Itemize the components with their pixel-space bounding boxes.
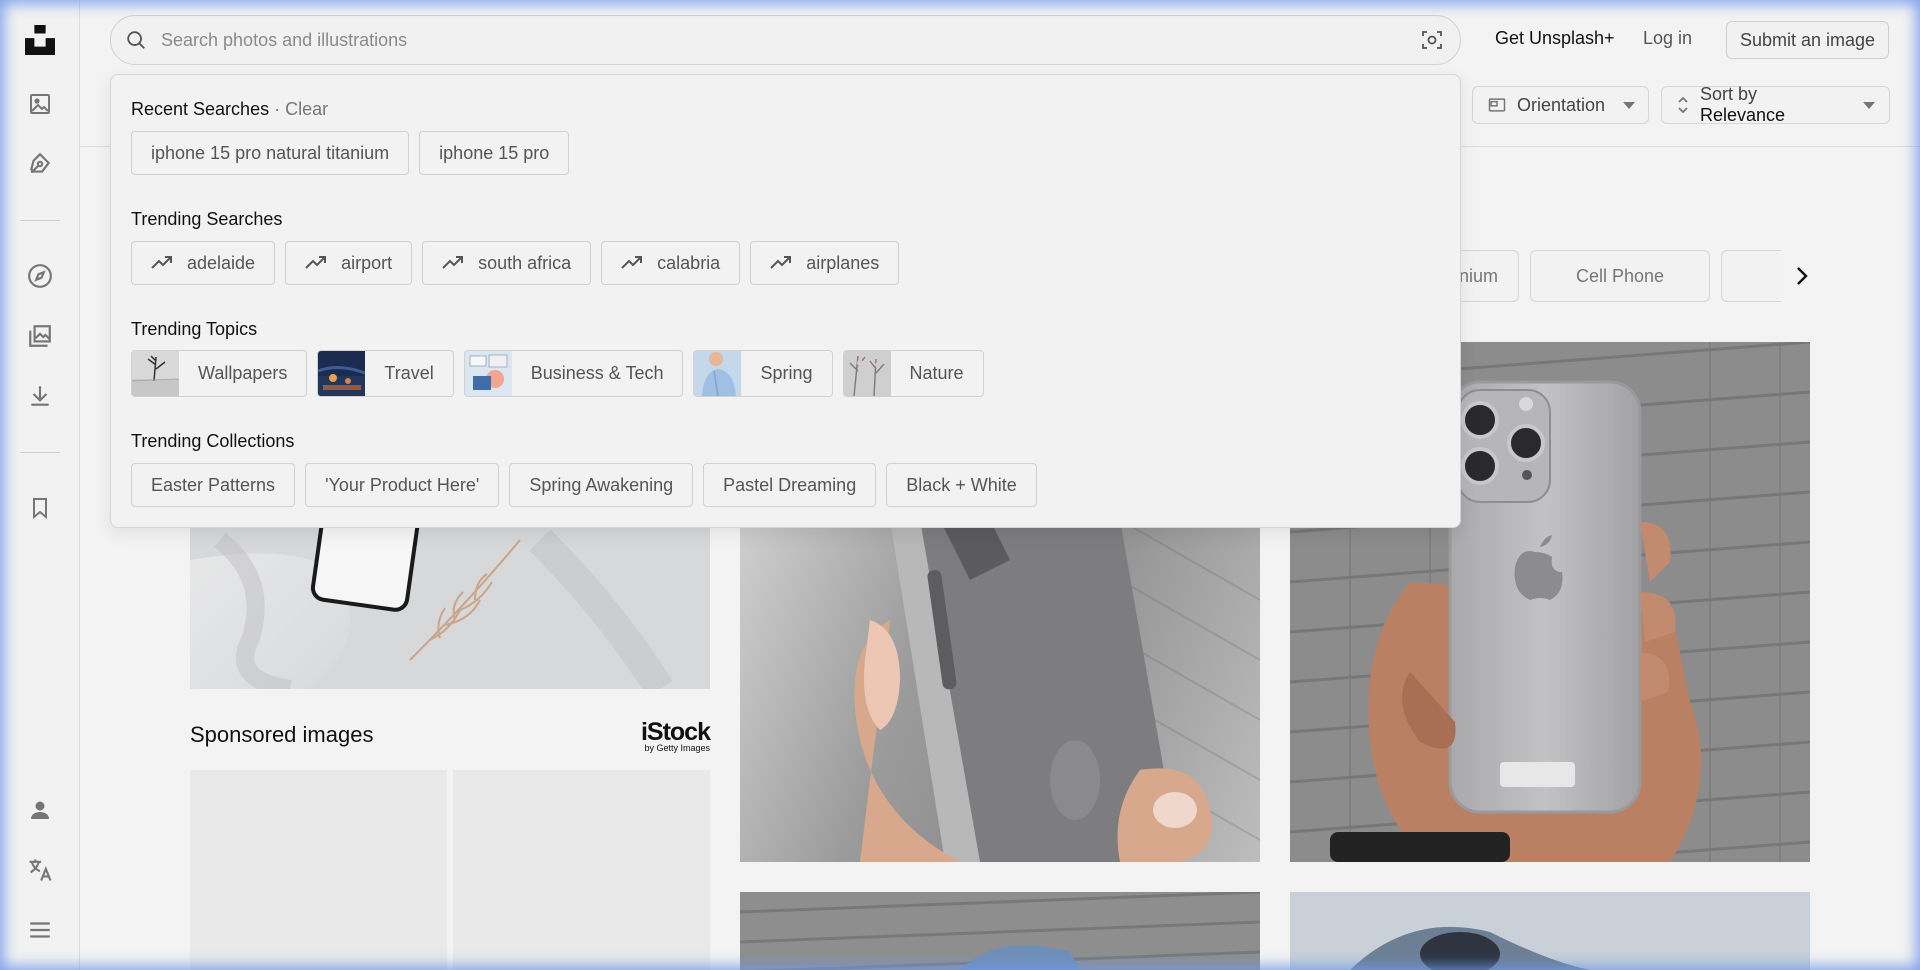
chevron-down-icon [1623, 101, 1636, 109]
trending-topic-label: Travel [384, 363, 434, 383]
rail-divider [20, 220, 60, 221]
orientation-label: Orientation [1517, 94, 1606, 115]
trending-topics-row: Wallpapers Travel Business & Tech Spring… [131, 350, 984, 397]
trending-topic-label: Nature [909, 363, 964, 383]
trending-searches-row: adelaide airport south africa calabria a… [131, 241, 900, 285]
photo-marble-desk[interactable] [190, 520, 710, 689]
photo-bottom-middle[interactable] [740, 892, 1260, 970]
submit-image-button[interactable]: Submit an image [1726, 21, 1889, 59]
download-icon[interactable] [24, 380, 56, 412]
topic-thumbnail [132, 351, 180, 396]
search-bar[interactable] [110, 15, 1461, 65]
trending-topic-label: Business & Tech [530, 363, 664, 383]
topic-thumbnail [464, 351, 512, 396]
menu-icon[interactable] [24, 914, 56, 946]
translate-icon[interactable] [24, 854, 56, 886]
search-input[interactable] [161, 16, 1404, 64]
trending-up-icon [770, 256, 792, 270]
get-unsplash-plus-link[interactable]: Get Unsplash+ [1495, 28, 1615, 49]
trending-topic-label: Wallpapers [198, 363, 288, 383]
istock-logo[interactable]: iStock by Getty Images [638, 718, 711, 753]
topic-thumbnail [843, 351, 891, 396]
trending-collection-chip[interactable]: 'Your Product Here' [305, 463, 500, 507]
sort-icon [1676, 95, 1690, 115]
trending-topic-label: Spring [760, 363, 813, 383]
trending-search-label: airplanes [806, 252, 880, 273]
trending-search-chip[interactable]: adelaide [131, 241, 276, 285]
trending-topic-chip[interactable]: Wallpapers [131, 350, 308, 397]
photo-bottom-right[interactable] [1290, 892, 1810, 970]
trending-search-label: adelaide [187, 252, 256, 273]
chevron-right-icon[interactable] [1786, 262, 1818, 290]
photo-iphone-side[interactable] [740, 520, 1260, 862]
istock-brand: iStock [640, 718, 711, 746]
trending-search-label: airport [341, 252, 393, 273]
related-chip-next[interactable] [1721, 250, 1781, 302]
search-suggestions-dropdown: Recent Searches · Clear iphone 15 pro na… [110, 74, 1461, 528]
recent-search-chip[interactable]: iphone 15 pro natural titanium [131, 131, 410, 175]
sponsored-tile[interactable] [453, 770, 710, 970]
trending-collection-chip[interactable]: Spring Awakening [509, 463, 694, 507]
trending-topic-chip[interactable]: Spring [693, 350, 833, 397]
trending-search-chip[interactable]: airplanes [750, 241, 900, 285]
trending-searches-title: Trending Searches [131, 209, 283, 229]
sponsored-tile[interactable] [190, 770, 447, 970]
related-chip-cell-phone[interactable]: Cell Phone [1530, 250, 1710, 302]
trending-collection-chip[interactable]: Pastel Dreaming [703, 463, 877, 507]
trending-collections-title: Trending Collections [131, 431, 295, 451]
clear-recent-button[interactable]: Clear [285, 99, 328, 119]
trending-collections-row: Easter Patterns 'Your Product Here' Spri… [131, 463, 1037, 507]
chevron-down-icon [1863, 101, 1875, 109]
unsplash-logo[interactable] [24, 24, 56, 56]
left-rail [0, 0, 80, 970]
login-link[interactable]: Log in [1643, 28, 1692, 49]
bookmark-icon[interactable] [24, 492, 56, 524]
trending-topics-title: Trending Topics [131, 319, 258, 339]
visual-search-icon[interactable] [1404, 16, 1460, 64]
trending-search-chip[interactable]: airport [285, 241, 413, 285]
trending-topic-chip[interactable]: Business & Tech [463, 350, 684, 397]
topic-thumbnail [318, 351, 366, 396]
collections-icon[interactable] [24, 320, 56, 352]
recent-searches-row: iphone 15 pro natural titanium iphone 15… [131, 131, 570, 175]
trending-up-icon [621, 256, 643, 270]
explore-icon[interactable] [24, 260, 56, 292]
illustrations-icon[interactable] [24, 148, 56, 180]
trending-search-chip[interactable]: calabria [601, 241, 741, 285]
trending-topic-chip[interactable]: Nature [842, 350, 984, 397]
trending-up-icon [305, 256, 327, 270]
search-icon[interactable] [111, 16, 161, 64]
trending-up-icon [442, 256, 464, 270]
trending-search-label: south africa [478, 252, 572, 273]
trending-collection-chip[interactable]: Easter Patterns [131, 463, 296, 507]
trending-up-icon [151, 256, 173, 270]
photos-icon[interactable] [24, 88, 56, 120]
trending-collection-chip[interactable]: Black + White [886, 463, 1037, 507]
trending-search-chip[interactable]: south africa [422, 241, 592, 285]
sponsored-title: Sponsored images [190, 722, 374, 747]
topic-thumbnail [694, 351, 742, 396]
orientation-filter[interactable]: Orientation [1472, 86, 1649, 124]
istock-brand-sub: by Getty Images [644, 743, 710, 753]
rail-divider [20, 452, 60, 453]
trending-topic-chip[interactable]: Travel [317, 350, 454, 397]
orientation-icon [1487, 95, 1507, 115]
trending-search-label: calabria [657, 252, 721, 273]
recent-searches-title: Recent Searches [131, 99, 270, 119]
recent-searches-heading: Recent Searches · Clear [131, 99, 328, 120]
recent-search-chip[interactable]: iphone 15 pro [419, 131, 570, 175]
user-icon[interactable] [24, 794, 56, 826]
separator: · [269, 99, 286, 119]
sort-filter[interactable]: Sort by Relevance [1661, 84, 1890, 125]
sort-label: Sort by Relevance [1700, 84, 1786, 125]
